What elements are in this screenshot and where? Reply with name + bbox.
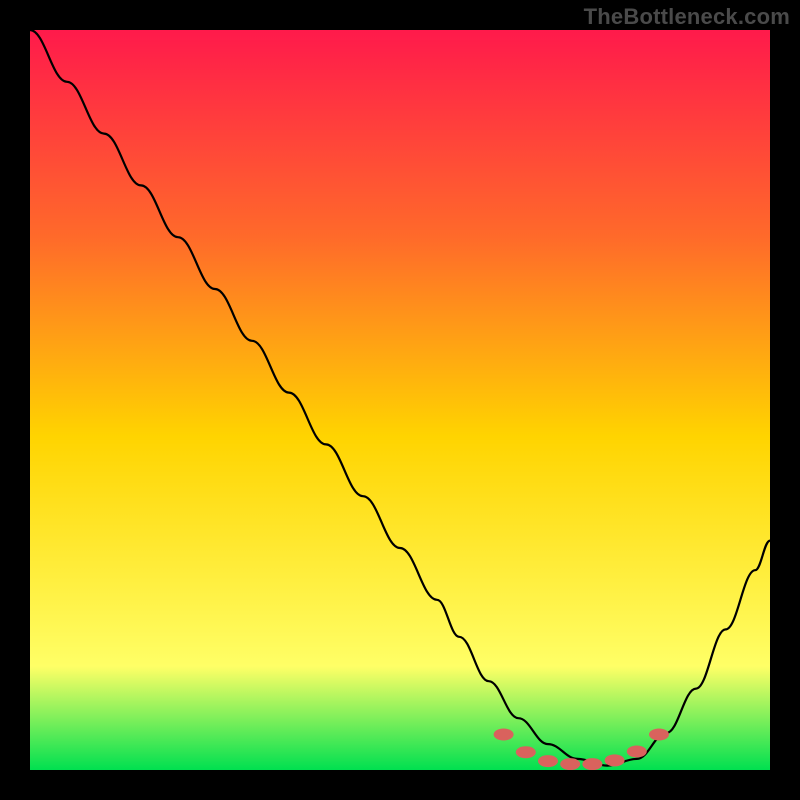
chart-svg xyxy=(30,30,770,770)
marker-dot xyxy=(605,754,625,766)
marker-dot xyxy=(582,758,602,770)
marker-dot xyxy=(516,746,536,758)
marker-dot xyxy=(627,746,647,758)
gradient-background xyxy=(30,30,770,770)
plot-area xyxy=(30,30,770,770)
chart-root: TheBottleneck.com xyxy=(0,0,800,800)
marker-dot xyxy=(538,755,558,767)
watermark-text: TheBottleneck.com xyxy=(584,4,790,30)
marker-dot xyxy=(494,729,514,741)
marker-dot xyxy=(649,729,669,741)
marker-dot xyxy=(560,758,580,770)
